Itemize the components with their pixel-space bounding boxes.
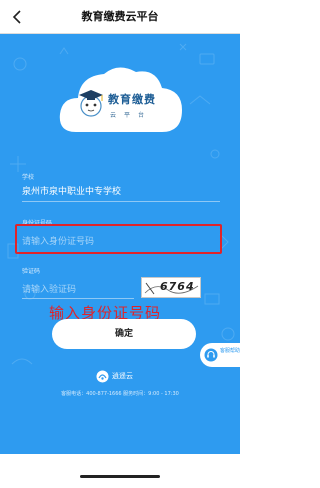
logo-title: 教育缴费: [108, 93, 156, 106]
home-indicator: [80, 475, 160, 478]
captcha-label: 验证码: [22, 268, 41, 275]
captcha-code: 6764: [160, 280, 195, 293]
mascot-icon: [79, 90, 103, 117]
help-label: 客服帮助: [220, 348, 241, 354]
brand: 逍遥云: [96, 369, 133, 383]
logo-subtitle: 云平台: [110, 112, 153, 119]
school-label: 学校: [22, 174, 35, 181]
divider: [22, 298, 134, 299]
chevron-left-icon: [12, 10, 21, 24]
footer-contact: 客服电话：400-877-1666 服务时间：9:00 - 17:30: [61, 391, 179, 397]
page-title: 教育缴费云平台: [81, 10, 159, 23]
brand-name: 逍遥云: [112, 372, 133, 380]
divider: [22, 201, 220, 202]
brand-logo-icon: [96, 370, 109, 382]
headset-icon: [204, 348, 218, 362]
confirm-button[interactable]: 确定: [52, 319, 196, 349]
navigation-bar: 教育缴费云平台: [0, 0, 240, 34]
highlight-box: [15, 224, 222, 254]
captcha-input[interactable]: 请输入验证码: [22, 282, 76, 295]
captcha-image[interactable]: 6764: [141, 277, 201, 298]
school-select[interactable]: 泉州市泉中职业中专学校: [22, 184, 121, 197]
back-button[interactable]: [6, 6, 28, 28]
customer-service-help[interactable]: 客服帮助: [200, 343, 240, 367]
